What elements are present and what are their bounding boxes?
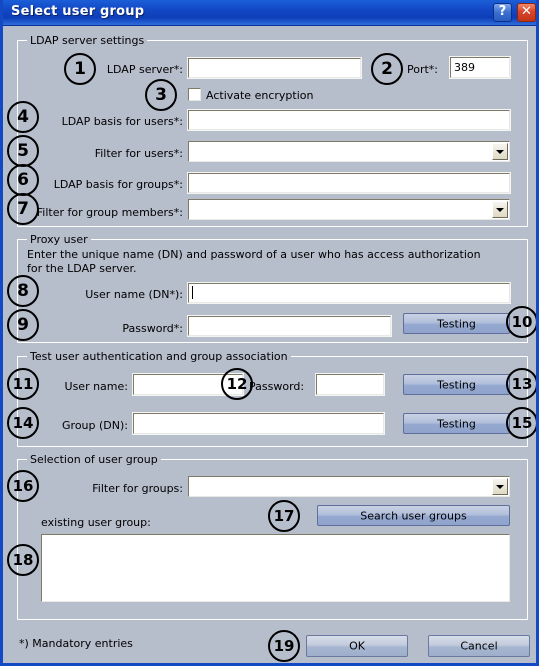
callout-marker-15: 15 (506, 407, 536, 439)
select-user-group-dialog: Select user group ? ✕ LDAP server settin… (0, 0, 539, 666)
callout-marker-16: 16 (7, 470, 39, 502)
ldap-basis-groups-input[interactable] (187, 172, 511, 194)
callout-marker-10: 10 (506, 306, 536, 338)
proxy-password-label: Password*: (122, 322, 183, 335)
test-password-input[interactable] (315, 373, 385, 396)
cancel-button-label: Cancel (460, 639, 498, 653)
callout-marker-19: 19 (268, 630, 300, 662)
callout-marker-1: 1 (64, 53, 96, 85)
group-testing-button-label: Testing (437, 417, 476, 430)
callout-marker-2: 2 (371, 53, 403, 85)
test-username-label: User name: (64, 380, 128, 393)
proxy-testing-button[interactable]: Testing (403, 313, 510, 334)
proxy-user-title: Proxy user (27, 233, 91, 246)
search-user-groups-button-label: Search user groups (360, 509, 467, 522)
test-auth-testing-button-label: Testing (437, 378, 476, 391)
callout-marker-18: 18 (7, 544, 39, 576)
existing-user-group-label: existing user group: (41, 516, 151, 529)
callout-marker-13: 13 (506, 368, 536, 400)
callout-marker-12: 12 (221, 368, 253, 400)
callout-marker-14: 14 (7, 407, 39, 439)
ldap-server-input[interactable] (187, 57, 362, 79)
filter-group-members-combo[interactable] (188, 199, 510, 220)
ok-button[interactable]: OK (306, 635, 408, 657)
title-bar: Select user group ? ✕ (3, 0, 536, 26)
chevron-down-icon[interactable] (492, 201, 508, 218)
callout-marker-5: 5 (7, 135, 39, 167)
activate-encryption-checkbox[interactable] (188, 88, 201, 101)
help-icon[interactable]: ? (493, 3, 512, 22)
test-password-label: Password: (249, 380, 305, 393)
test-user-auth-title: Test user authentication and group assoc… (27, 350, 291, 363)
proxy-username-label: User name (DN*): (85, 288, 183, 301)
search-user-groups-button[interactable]: Search user groups (317, 505, 510, 526)
existing-user-group-listbox[interactable] (41, 534, 510, 602)
window-title: Select user group (11, 4, 145, 19)
activate-encryption-label: Activate encryption (206, 89, 314, 102)
cancel-button[interactable]: Cancel (428, 635, 530, 657)
proxy-password-input[interactable] (187, 315, 392, 337)
test-auth-testing-button[interactable]: Testing (403, 374, 510, 395)
callout-marker-3: 3 (145, 79, 177, 111)
ldap-basis-users-input[interactable] (187, 109, 511, 131)
filter-groups-label: Filter for groups: (92, 482, 183, 495)
callout-marker-17: 17 (268, 500, 300, 532)
callout-marker-7: 7 (7, 193, 39, 225)
port-input[interactable]: 389 (449, 56, 511, 79)
callout-marker-9: 9 (7, 309, 39, 341)
filter-groups-combo[interactable] (188, 476, 510, 497)
port-label: Port*: (407, 63, 439, 76)
ok-button-label: OK (349, 639, 365, 653)
chevron-down-icon[interactable] (492, 143, 508, 160)
proxy-user-description: Enter the unique name (DN) and password … (27, 248, 481, 275)
ldap-server-settings-title: LDAP server settings (27, 34, 148, 47)
filter-group-members-label: Filter for group members*: (36, 206, 183, 219)
mandatory-entries-note: *) Mandatory entries (19, 637, 133, 650)
selection-user-group-title: Selection of user group (27, 453, 161, 466)
chevron-down-icon[interactable] (492, 478, 508, 495)
group-dn-input[interactable] (132, 412, 385, 435)
ldap-basis-groups-label: LDAP basis for groups*: (53, 178, 183, 191)
callout-marker-6: 6 (7, 164, 39, 196)
callout-marker-8: 8 (7, 275, 39, 307)
proxy-username-input[interactable] (187, 282, 511, 304)
callout-marker-11: 11 (7, 368, 39, 400)
close-icon[interactable]: ✕ (517, 3, 536, 22)
filter-users-combo[interactable] (188, 141, 510, 162)
group-testing-button[interactable]: Testing (403, 413, 510, 434)
group-dn-label: Group (DN): (62, 419, 128, 432)
callout-marker-4: 4 (7, 101, 39, 133)
proxy-testing-button-label: Testing (437, 317, 476, 330)
filter-users-label: Filter for users*: (94, 147, 183, 160)
ldap-basis-users-label: LDAP basis for users*: (61, 115, 183, 128)
